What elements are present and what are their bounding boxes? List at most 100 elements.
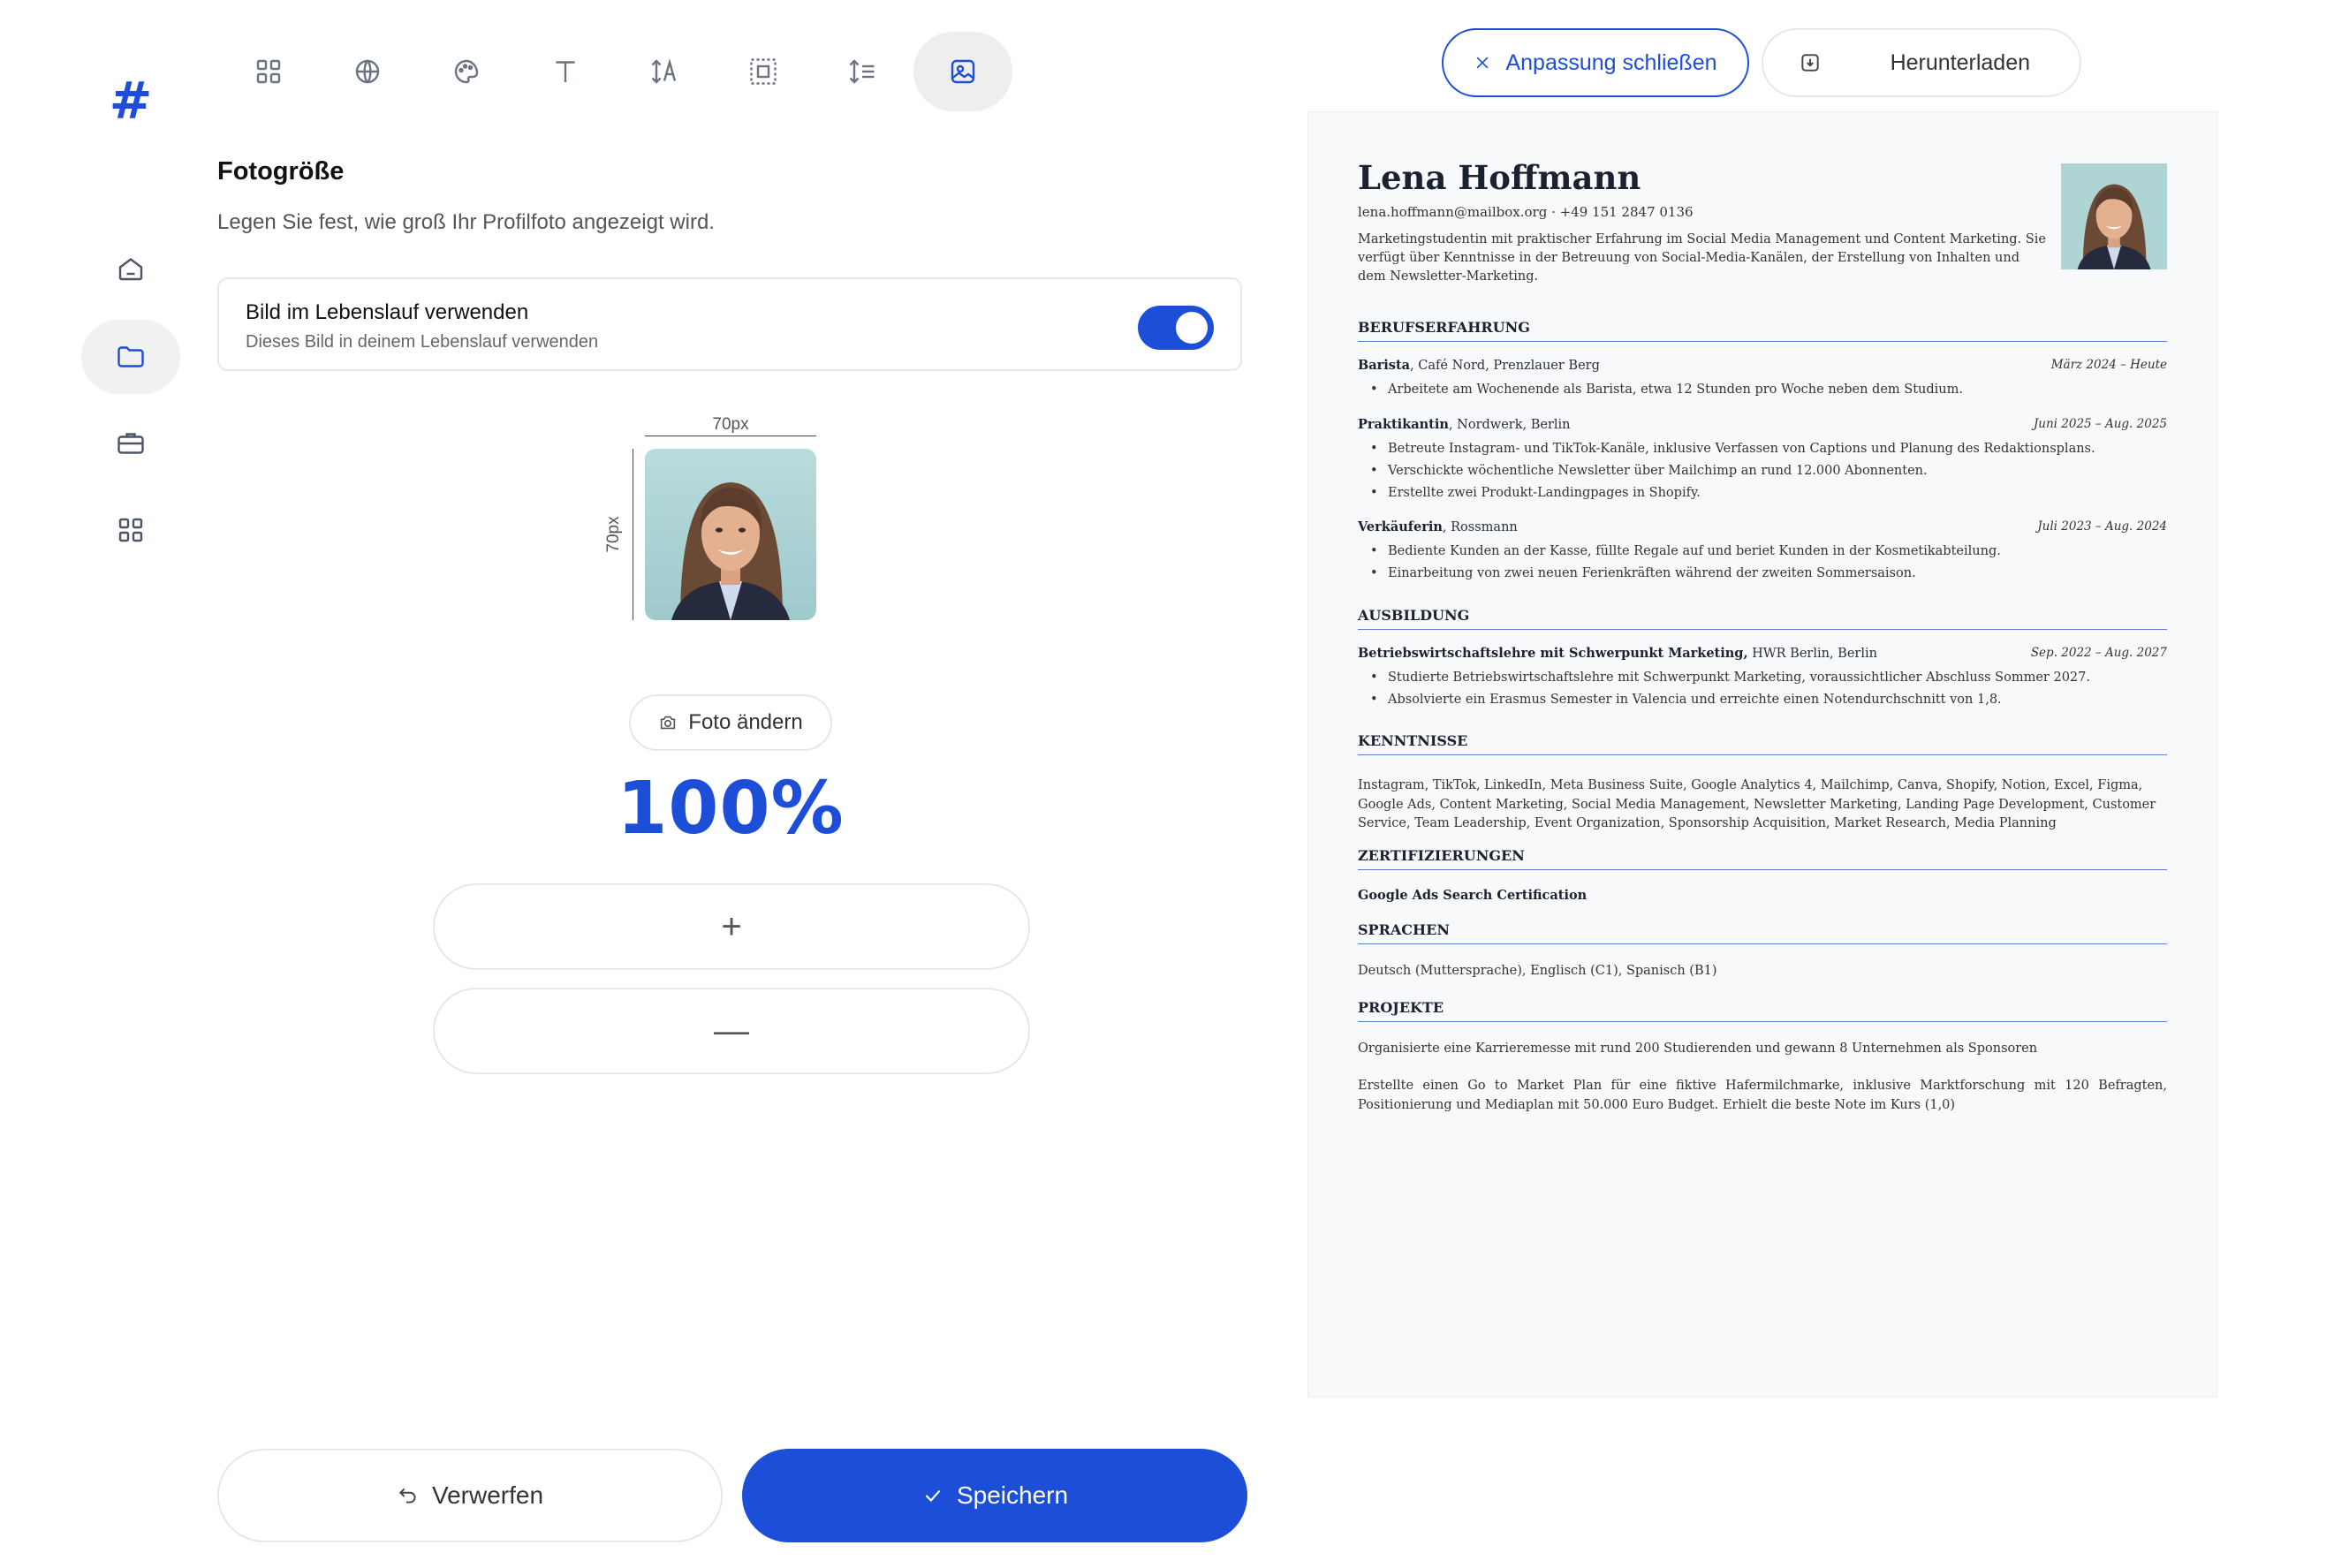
experience-role: Barista <box>1358 358 1411 373</box>
camera-icon <box>661 716 676 730</box>
experience-date: Juni 2025 – Aug. 2025 <box>2033 417 2167 431</box>
change-photo-label: Foto ändern <box>688 710 803 734</box>
app-logo[interactable]: # <box>106 75 155 126</box>
project-text-1: Organisierte eine Karrieremesse mit rund… <box>1358 1042 2038 1056</box>
tool-layout[interactable] <box>219 32 318 111</box>
section-skills: KENNTNISSE <box>1358 732 2167 755</box>
palette-icon <box>454 59 479 84</box>
resume-contact: lena.hoffmann@mailbox.org · +49 151 2847… <box>1358 204 1694 220</box>
sidebar-item-briefcase[interactable] <box>81 406 180 481</box>
use-photo-card: Bild im Lebenslauf verwenden Dieses Bild… <box>217 277 1242 371</box>
line-height-icon <box>849 59 875 84</box>
discard-label: Verwerfen <box>431 1481 544 1509</box>
download-icon <box>1801 54 1819 72</box>
grid-icon <box>256 59 281 84</box>
resume-name: Lena Hoffmann <box>1358 158 1641 197</box>
experience-bullets-2: Betreute Instagram- und TikTok-Kanäle, i… <box>1358 438 2197 504</box>
photo-size-percent: 100% <box>617 767 845 851</box>
minus-icon: — <box>714 1011 749 1050</box>
bullet: Erstellte zwei Produkt-Landingpages in S… <box>1388 482 2197 504</box>
download-label: Herunterladen <box>1890 49 2030 75</box>
use-photo-toggle[interactable] <box>1138 306 1214 350</box>
experience-role: Verkäuferin <box>1358 519 1443 534</box>
toggle-knob <box>1176 312 1208 344</box>
project-text-2: Erstellte einen Go to Market Plan für ei… <box>1358 1079 2167 1112</box>
certification-text: Google Ads Search Certification <box>1358 888 1588 903</box>
photo-width-label: 70px <box>712 415 749 434</box>
skills-text: Instagram, TikTok, LinkedIn, Meta Busine… <box>1358 778 2156 830</box>
increase-size-button[interactable]: + <box>433 883 1030 970</box>
experience-entry-2: Praktikantin, Nordwerk, Berlin Juni 2025… <box>1358 417 2167 432</box>
close-customization-button[interactable]: Anpassung schließen <box>1442 28 1749 97</box>
bullet: Verschickte wöchentliche Newsletter über… <box>1388 460 2197 482</box>
experience-date: Juli 2023 – Aug. 2024 <box>2037 519 2167 534</box>
section-certifications: ZERTIFIZIERUNGEN <box>1358 847 2167 870</box>
plus-icon: + <box>721 906 742 946</box>
sidebar-item-apps[interactable] <box>81 493 180 567</box>
tool-spacing[interactable] <box>714 32 813 111</box>
experience-company: , Rossmann <box>1442 520 1518 534</box>
bullet: Bediente Kunden an der Kasse, füllte Reg… <box>1388 541 2197 563</box>
experience-bullets-3: Bediente Kunden an der Kasse, füllte Reg… <box>1358 541 2197 585</box>
education-school: HWR Berlin, Berlin <box>1747 647 1877 661</box>
languages-text: Deutsch (Muttersprache), Englisch (C1), … <box>1358 964 1717 978</box>
tool-font-size[interactable] <box>615 32 714 111</box>
globe-icon <box>355 59 380 84</box>
use-photo-subtitle: Dieses Bild in deinem Lebenslauf verwend… <box>246 332 599 352</box>
education-entry: Betriebswirtschaftslehre mit Schwerpunkt… <box>1358 646 2167 661</box>
save-label: Speichern <box>956 1481 1069 1509</box>
undo-icon <box>398 1488 416 1504</box>
font-size-icon <box>651 58 677 84</box>
experience-bullets-1: Arbeitete am Wochenende als Barista, etw… <box>1358 379 2197 401</box>
panel-title: Fotogröße <box>217 157 345 186</box>
bullet: Betreute Instagram- und TikTok-Kanäle, i… <box>1388 438 2197 460</box>
bullet: Studierte Betriebswirtschaftslehre mit S… <box>1388 667 2197 689</box>
education-degree: Betriebswirtschaftslehre mit Schwerpunkt… <box>1358 646 1748 661</box>
close-customization-label: Anpassung schließen <box>1505 49 1717 75</box>
resume-summary: Marketingstudentin mit praktischer Erfah… <box>1358 232 2046 284</box>
grid-icon <box>118 518 143 542</box>
section-experience: BERUFSERFAHRUNG <box>1358 319 2167 342</box>
education-bullets: Studierte Betriebswirtschaftslehre mit S… <box>1358 667 2197 711</box>
resume-photo-image <box>2061 163 2167 269</box>
text-icon <box>556 61 575 82</box>
briefcase-icon <box>117 433 144 454</box>
tool-line-height[interactable] <box>813 32 912 111</box>
experience-date: März 2024 – Heute <box>2050 358 2167 372</box>
section-education: AUSBILDUNG <box>1358 607 2167 630</box>
margin-icon <box>750 58 777 85</box>
resume-preview: Lena Hoffmann lena.hoffmann@mailbox.org … <box>1307 111 2217 1398</box>
bullet: Absolvierte ein Erasmus Semester in Vale… <box>1388 689 2197 711</box>
experience-company: , Nordwerk, Berlin <box>1448 418 1571 432</box>
experience-entry-3: Verkäuferin, Rossmann Juli 2023 – Aug. 2… <box>1358 519 2167 534</box>
close-icon <box>1477 57 1489 69</box>
profile-photo-preview <box>645 449 816 620</box>
use-photo-title: Bild im Lebenslauf verwenden <box>246 300 529 324</box>
discard-button[interactable]: Verwerfen <box>217 1449 723 1542</box>
bullet: Einarbeitung von zwei neuen Ferienkräfte… <box>1388 563 2197 585</box>
resume-photo <box>2061 163 2167 269</box>
section-languages: SPRACHEN <box>1358 921 2167 944</box>
education-date: Sep. 2022 – Aug. 2027 <box>2030 646 2167 660</box>
sidebar-item-folder[interactable] <box>81 320 180 394</box>
tool-font[interactable] <box>516 32 615 111</box>
section-projects: PROJEKTE <box>1358 999 2167 1022</box>
bullet: Arbeitete am Wochenende als Barista, etw… <box>1388 379 2197 401</box>
image-icon <box>951 59 975 84</box>
tool-colors[interactable] <box>417 32 516 111</box>
download-button[interactable]: Herunterladen <box>1762 28 2081 97</box>
experience-company: , Café Nord, Prenzlauer Berg <box>1410 359 1600 373</box>
change-photo-button[interactable]: Foto ändern <box>629 694 832 751</box>
home-icon <box>118 258 143 281</box>
experience-entry-1: Barista, Café Nord, Prenzlauer Berg März… <box>1358 358 2167 373</box>
tool-photo[interactable] <box>913 32 1012 111</box>
panel-subtitle: Legen Sie fest, wie groß Ihr Profilfoto … <box>217 210 715 234</box>
decrease-size-button[interactable]: — <box>433 988 1030 1074</box>
tool-language[interactable] <box>318 32 417 111</box>
check-icon <box>925 1489 941 1502</box>
folder-icon <box>117 346 144 367</box>
save-button[interactable]: Speichern <box>742 1449 1247 1542</box>
sidebar-item-home[interactable] <box>81 231 180 306</box>
photo-height-label: 70px <box>604 516 623 553</box>
experience-role: Praktikantin <box>1358 417 1449 432</box>
